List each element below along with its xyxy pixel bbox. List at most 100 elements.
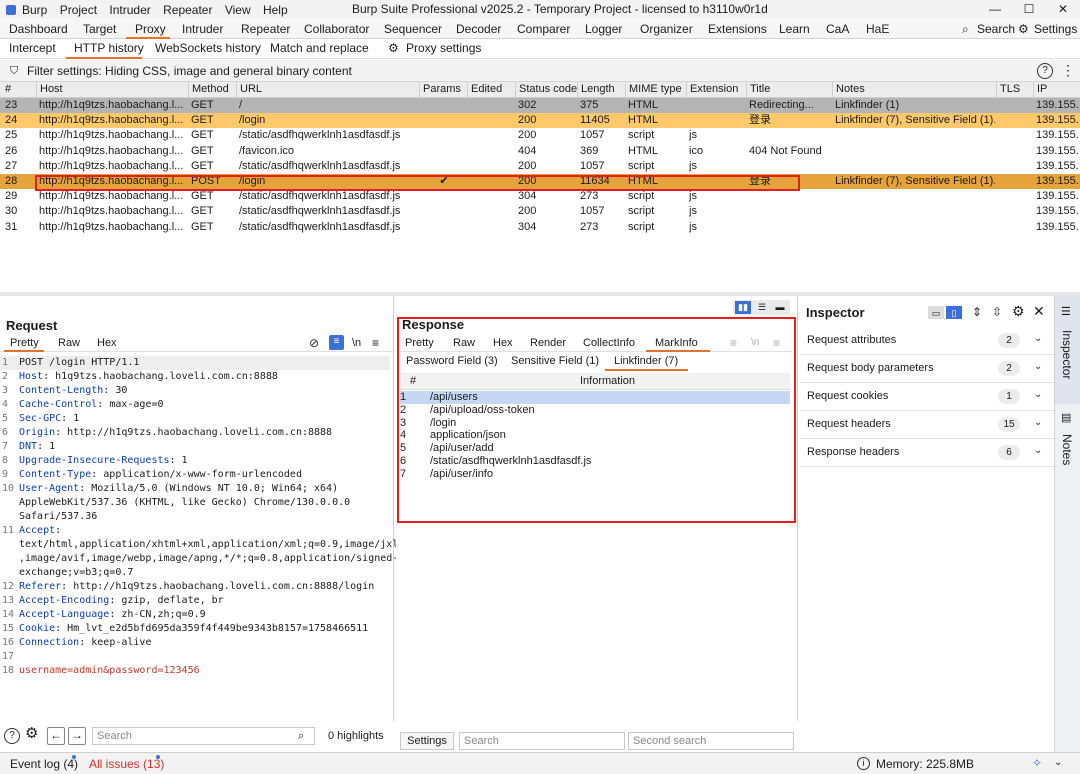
menu-intruder[interactable]: Intruder [109, 3, 150, 17]
newline-toggle-icon[interactable]: \n [352, 336, 361, 350]
tab-organizer[interactable]: Organizer [640, 21, 693, 37]
col-edited[interactable]: Edited [467, 82, 515, 98]
col-extension[interactable]: Extension [686, 82, 746, 98]
layout-side-by-side-icon[interactable]: ▮▮ [735, 301, 751, 314]
layout-side-by-side-icon[interactable]: ▭ [928, 306, 944, 319]
table-row[interactable]: 27 http://h1q9tzs.haobachang.l... GET/stat… [0, 158, 1080, 174]
col-length[interactable]: Length [577, 82, 625, 98]
subtab-sensitive-field[interactable]: Sensitive Field (1) [511, 355, 599, 367]
close-icon[interactable]: ✕ [1033, 304, 1045, 318]
sparkle-icon[interactable]: ✧ [1032, 756, 1042, 770]
gear-icon[interactable]: ⚙ [1018, 21, 1029, 37]
filter-settings-text[interactable]: Filter settings: Hiding CSS, image and g… [27, 64, 352, 78]
filter-bar[interactable]: ⛉ Filter settings: Hiding CSS, image and… [0, 60, 1080, 82]
tab-proxy[interactable]: Proxy [135, 21, 166, 37]
col-status[interactable]: Status code [515, 82, 577, 98]
tab-intercept[interactable]: Intercept [9, 41, 56, 55]
info-icon[interactable]: i [857, 757, 870, 770]
col-mime[interactable]: MIME type [625, 82, 686, 98]
tab-logger[interactable]: Logger [585, 21, 622, 37]
tab-match-replace[interactable]: Match and replace [270, 41, 369, 55]
list-item[interactable]: 2/api/upload/oss-token [400, 404, 790, 417]
global-search-label[interactable]: Search [977, 21, 1015, 37]
col-num[interactable]: # [2, 82, 36, 98]
table-row[interactable]: 29 http://h1q9tzs.haobachang.l... GET/stat… [0, 189, 1080, 205]
collapse-all-icon[interactable]: ⇳ [992, 305, 1002, 319]
chevron-down-icon[interactable]: ⌄ [1034, 333, 1042, 344]
gear-icon[interactable]: ⚙ [1012, 304, 1025, 318]
filter-icon[interactable]: ⛉ [10, 64, 18, 78]
response-tab-hex[interactable]: Hex [493, 337, 513, 349]
table-row[interactable]: 30 http://h1q9tzs.haobachang.l... GET/stat… [0, 204, 1080, 220]
inspector-section[interactable]: Request cookies 1 ⌄ [800, 383, 1054, 411]
col-url[interactable]: URL [236, 82, 419, 98]
response-tab-markinfo[interactable]: MarkInfo [655, 337, 698, 349]
col-notes[interactable]: Notes [832, 82, 996, 98]
chevron-down-icon[interactable]: ⌄ [1034, 361, 1042, 372]
col-host[interactable]: Host [36, 82, 188, 98]
chevron-down-icon[interactable]: ⌄ [1034, 445, 1042, 456]
col-params[interactable]: Params [419, 82, 467, 98]
wrap-icon[interactable]: ≡ [329, 335, 344, 350]
request-tab-hex[interactable]: Hex [97, 337, 117, 349]
col-title[interactable]: Title [746, 82, 832, 98]
layout-stacked-icon[interactable]: ☰ [754, 301, 770, 314]
previous-match-icon[interactable]: ← [47, 727, 65, 745]
menu-project[interactable]: Project [60, 3, 97, 17]
table-row[interactable]: 26 http://h1q9tzs.haobachang.l... GET/favi… [0, 143, 1080, 159]
list-item[interactable]: 6/static/asdfhqwerklnh1asdfasdf.js [400, 455, 790, 468]
menu-icon[interactable]: ≡ [773, 336, 780, 350]
list-item[interactable]: 7/api/user/info [400, 468, 790, 481]
table-row[interactable]: 25 http://h1q9tzs.haobachang.l... GET/stat… [0, 128, 1080, 144]
next-match-icon[interactable]: → [68, 727, 86, 745]
close-button[interactable]: ✕ [1046, 0, 1080, 19]
tab-extensions[interactable]: Extensions [708, 21, 767, 37]
list-item[interactable]: 1/api/users [400, 391, 790, 404]
tab-websockets-history[interactable]: WebSockets history [155, 41, 261, 55]
chevron-down-icon[interactable]: ⌄ [1034, 417, 1042, 428]
response-tab-render[interactable]: Render [530, 337, 566, 349]
help-icon[interactable]: ? [1037, 63, 1053, 79]
tab-intruder[interactable]: Intruder [182, 21, 223, 37]
inspector-section[interactable]: Response headers 6 ⌄ [800, 439, 1054, 467]
table-row[interactable]: 23 http://h1q9tzs.haobachang.l... GET / 302 3… [0, 98, 1080, 113]
menu-view[interactable]: View [225, 3, 251, 17]
gear-icon[interactable]: ⚙ [25, 726, 38, 741]
tab-sequencer[interactable]: Sequencer [384, 21, 442, 37]
list-item[interactable]: 4 application/json [400, 429, 790, 442]
col-index[interactable]: # [410, 375, 416, 387]
layout-stacked-icon[interactable]: ▯ [946, 306, 962, 319]
subtab-linkfinder[interactable]: Linkfinder (7) [614, 355, 678, 367]
search-icon[interactable]: ⌕ [298, 729, 304, 743]
table-row[interactable]: 24 http://h1q9tzs.haobachang.l... GET/logi… [0, 113, 1080, 129]
wrap-icon[interactable]: ≡ [730, 336, 737, 350]
tab-learn[interactable]: Learn [779, 21, 810, 37]
newline-toggle-icon[interactable]: \n [751, 336, 759, 350]
tab-http-history[interactable]: HTTP history [74, 41, 144, 55]
side-tab-notes[interactable]: ▤ Notes [1055, 406, 1080, 476]
eye-hidden-icon[interactable]: ⊘ [309, 336, 319, 350]
chevron-down-icon[interactable]: ⌄ [1034, 389, 1042, 400]
tab-caa[interactable]: CaA [826, 21, 849, 37]
tab-hae[interactable]: HaE [866, 21, 889, 37]
expand-all-icon[interactable]: ⇕ [972, 305, 982, 319]
maximize-button[interactable]: ☐ [1012, 0, 1046, 19]
event-log-link[interactable]: Event log (4) [10, 757, 78, 771]
inspector-section[interactable]: Request headers 15 ⌄ [800, 411, 1054, 439]
subtab-password-field[interactable]: Password Field (3) [406, 355, 498, 367]
tab-dashboard[interactable]: Dashboard [9, 21, 68, 37]
markinfo-search-input[interactable]: Search [459, 732, 625, 750]
inspector-section[interactable]: Request body parameters 2 ⌄ [800, 355, 1054, 383]
list-item[interactable]: 3/login [400, 417, 790, 430]
inspector-section[interactable]: Request attributes 2 ⌄ [800, 327, 1054, 355]
menu-help[interactable]: Help [263, 3, 288, 17]
search-icon[interactable]: ⌕ [962, 21, 969, 37]
markinfo-settings-button[interactable]: Settings [400, 732, 454, 750]
tab-repeater[interactable]: Repeater [241, 21, 290, 37]
minimize-button[interactable]: — [978, 0, 1012, 19]
tab-comparer[interactable]: Comparer [517, 21, 570, 37]
gear-icon[interactable]: ⚙ [388, 41, 399, 55]
chevron-down-icon[interactable]: ⌄ [1054, 756, 1062, 770]
more-options-icon[interactable]: ⋮ [1061, 63, 1075, 77]
list-item[interactable]: 5/api/user/add [400, 442, 790, 455]
